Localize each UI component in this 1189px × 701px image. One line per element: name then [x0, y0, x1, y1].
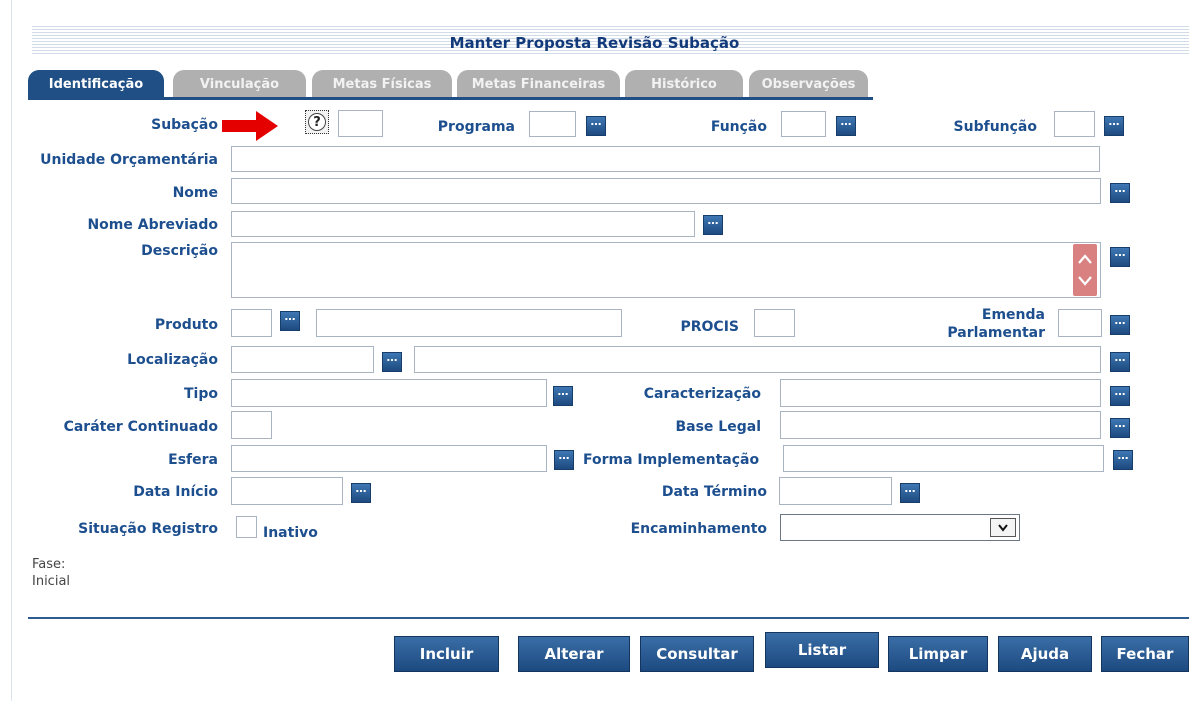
programa-input[interactable] — [529, 111, 576, 137]
nome-abreviado-lookup-button[interactable]: … — [703, 215, 723, 235]
carater-label: Caráter Continuado — [63, 419, 218, 435]
tab-identificacao[interactable]: Identificação — [28, 70, 164, 97]
esfera-label: Esfera — [168, 452, 218, 468]
data-inicio-label: Data Início — [133, 484, 218, 500]
tipo-label: Tipo — [184, 386, 218, 402]
listar-button[interactable]: Listar — [765, 632, 879, 668]
red-arrow-icon — [222, 111, 278, 141]
fechar-button[interactable]: Fechar — [1101, 636, 1189, 672]
esfera-input[interactable] — [231, 445, 547, 472]
tab-underline — [28, 97, 873, 100]
procis-label: PROCIS — [680, 319, 739, 335]
left-border — [11, 0, 12, 701]
tipo-lookup-button[interactable]: … — [553, 386, 573, 406]
data-inicio-input[interactable] — [231, 477, 343, 505]
caracterizacao-label: Caracterização — [643, 386, 761, 402]
esfera-lookup-button[interactable]: … — [554, 450, 574, 470]
unidade-label: Unidade Orçamentária — [40, 152, 218, 168]
base-legal-lookup-button[interactable]: … — [1110, 418, 1130, 438]
tab-historico[interactable]: Histórico — [625, 70, 743, 97]
emenda-label-line2: Parlamentar — [947, 325, 1045, 341]
descricao-scrollbar[interactable] — [1073, 244, 1097, 296]
localizacao-lookup-button[interactable]: … — [382, 352, 402, 372]
data-termino-input[interactable] — [779, 477, 892, 505]
descricao-label: Descrição — [141, 243, 218, 259]
subacao-label: Subação — [151, 117, 218, 133]
carater-input[interactable] — [231, 411, 272, 439]
forma-lookup-button[interactable]: … — [1113, 450, 1133, 470]
inativo-checkbox[interactable] — [236, 516, 257, 538]
subfuncao-lookup-button[interactable]: … — [1104, 116, 1124, 136]
data-termino-calendar-button[interactable]: … — [900, 483, 920, 503]
tipo-input[interactable] — [231, 379, 547, 407]
procis-input[interactable] — [754, 309, 795, 337]
subacao-code-input[interactable] — [338, 110, 383, 137]
encaminhamento-select[interactable] — [780, 514, 1020, 541]
subfuncao-label: Subfunção — [953, 119, 1037, 135]
fase-value: Inicial — [32, 574, 71, 589]
encaminhamento-label: Encaminhamento — [630, 521, 767, 537]
funcao-input[interactable] — [781, 111, 826, 137]
tab-metas-financeiras[interactable]: Metas Financeiras — [457, 70, 620, 97]
bottom-divider — [28, 617, 1189, 619]
caracterizacao-lookup-button[interactable]: … — [1110, 386, 1130, 406]
forma-input[interactable] — [783, 445, 1104, 472]
data-inicio-calendar-button[interactable]: … — [351, 483, 371, 503]
nome-abreviado-label: Nome Abreviado — [87, 217, 218, 233]
dropdown-chevron-icon[interactable] — [990, 518, 1016, 537]
produto-lookup-button[interactable]: … — [280, 311, 300, 331]
fase-info: Fase: Inicial — [32, 556, 70, 590]
nome-lookup-button[interactable]: … — [1110, 183, 1130, 203]
help-icon[interactable]: ? — [305, 110, 329, 134]
nome-input[interactable] — [231, 178, 1101, 204]
incluir-button[interactable]: Incluir — [394, 636, 499, 672]
emenda-lookup-button[interactable]: … — [1110, 315, 1130, 335]
programa-lookup-button[interactable]: … — [586, 116, 606, 136]
data-termino-label: Data Término — [661, 484, 767, 500]
funcao-label: Função — [710, 119, 767, 135]
localizacao-code-input[interactable] — [231, 346, 374, 373]
unidade-input[interactable] — [231, 146, 1100, 172]
localizacao-description-input[interactable] — [414, 346, 1101, 373]
scroll-arrows-icon — [1078, 254, 1092, 286]
produto-description-input[interactable] — [316, 309, 622, 337]
funcao-lookup-button[interactable]: … — [836, 116, 856, 136]
tab-observacoes[interactable]: Observações — [749, 70, 868, 97]
descricao-lookup-button[interactable]: … — [1110, 247, 1130, 267]
limpar-button[interactable]: Limpar — [888, 636, 988, 672]
descricao-textarea[interactable] — [231, 242, 1101, 298]
programa-label: Programa — [437, 119, 515, 135]
consultar-button[interactable]: Consultar — [640, 636, 754, 672]
situacao-label: Situação Registro — [78, 521, 218, 537]
localizacao-lookup-button-2[interactable]: … — [1110, 352, 1130, 372]
base-legal-label: Base Legal — [675, 419, 761, 435]
subfuncao-input[interactable] — [1054, 111, 1095, 137]
fase-label: Fase: — [32, 557, 66, 572]
base-legal-input[interactable] — [780, 411, 1101, 439]
page-title: Manter Proposta Revisão Subação — [449, 34, 740, 52]
tab-metas-fisicas[interactable]: Metas Físicas — [312, 70, 452, 97]
localizacao-label: Localização — [127, 352, 218, 368]
ajuda-button[interactable]: Ajuda — [998, 636, 1092, 672]
produto-code-input[interactable] — [231, 309, 272, 337]
tab-vinculacao[interactable]: Vinculação — [173, 70, 306, 97]
produto-label: Produto — [154, 317, 218, 333]
emenda-label-line1: Emenda — [981, 307, 1045, 323]
forma-label: Forma Implementação — [583, 452, 760, 468]
emenda-input[interactable] — [1058, 309, 1102, 337]
caracterizacao-input[interactable] — [780, 379, 1101, 407]
nome-label: Nome — [172, 185, 218, 201]
nome-abreviado-input[interactable] — [231, 211, 695, 237]
inativo-label: Inativo — [263, 525, 318, 541]
alterar-button[interactable]: Alterar — [518, 636, 630, 672]
